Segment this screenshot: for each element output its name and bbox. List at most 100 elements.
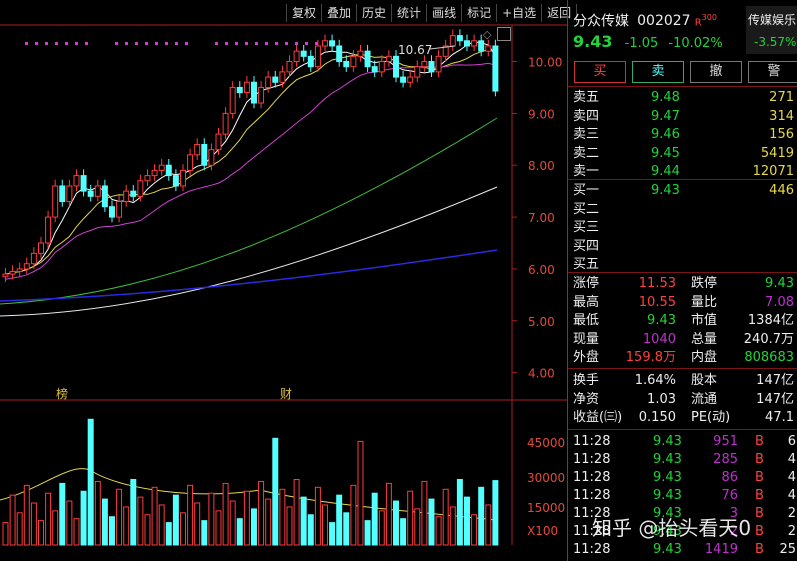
candle-body [343, 61, 350, 68]
candle-body [456, 35, 463, 42]
candle-body [30, 252, 37, 265]
volume-bar [336, 494, 343, 546]
volume-bar [442, 488, 449, 546]
ma10-line [5, 49, 496, 275]
fund-value-left: 1.64% [634, 373, 676, 388]
volume-bar [293, 478, 300, 546]
candle-body [464, 40, 470, 47]
tick-row: 11:28 9.43 76 B 4 [573, 487, 797, 505]
signal-marker [115, 42, 118, 45]
tick-row: 11:28 9.43 951 B 6 [573, 433, 797, 451]
candle-body [272, 76, 279, 83]
signal-marker [175, 42, 178, 45]
quote-stat-row: 现量 1040 总量 240.7万 [573, 331, 797, 349]
volume-bar [414, 508, 421, 546]
chart-settings-icon[interactable] [497, 27, 511, 41]
volume-bar [236, 518, 243, 546]
tick-volume: 951 [713, 434, 738, 449]
volume-bar [435, 516, 442, 546]
signal-marker [55, 42, 58, 45]
sell-level-row: 卖二 9.45 5419 [573, 145, 797, 163]
current-price: 9.43 [573, 32, 613, 51]
rank-marker[interactable]: 榜 [56, 385, 68, 402]
tick-direction: B [755, 542, 764, 557]
price-change-pct: -10.02% [668, 36, 723, 51]
tick-count: 6 [787, 434, 796, 449]
fund-label-right: 股本 [691, 373, 718, 388]
candle-body [279, 71, 286, 83]
candle-body [23, 263, 30, 270]
tick-row: 11:28 9.43 285 B 4 [573, 451, 797, 469]
volume-bar [300, 496, 307, 546]
fund-value-right: 147亿 [756, 391, 794, 407]
volume-bar [265, 498, 272, 546]
buy-button[interactable]: 买 [574, 61, 626, 83]
volume-bar [2, 522, 9, 546]
candle-body [9, 271, 16, 275]
candle-body [222, 112, 229, 135]
diamond-icon: ◇ [483, 28, 492, 41]
finance-marker[interactable]: 财 [280, 385, 292, 402]
kline-chart[interactable]: 10.00 9.00 8.00 7.00 6.00 5.00 4.00 45000 30000 1… [0, 0, 567, 561]
stat-value-right: 808683 [744, 350, 794, 365]
buy-level-row: 买一 9.43 446 [573, 182, 797, 200]
candle-body [123, 190, 130, 203]
alert-button[interactable]: 警 [748, 61, 797, 83]
tick-time: 11:28 [573, 488, 611, 503]
stock-tag: R [694, 17, 702, 29]
price-axis-label: 4.00 [528, 367, 555, 381]
candle-body [485, 45, 492, 52]
volume-bar [116, 488, 123, 546]
sell-level-price: 9.44 [651, 164, 680, 179]
volume-bar [385, 482, 392, 546]
signal-marker [145, 42, 148, 45]
volume-bar [215, 510, 222, 546]
candle-body [229, 86, 236, 114]
candle-body [109, 206, 115, 218]
tick-price: 9.43 [653, 488, 682, 503]
tick-volume: 285 [713, 452, 738, 467]
volume-bar [421, 480, 428, 546]
candle-body [187, 154, 194, 171]
sell-level-label: 卖一 [573, 164, 600, 179]
volume-bar [492, 480, 499, 546]
tick-volume: 76 [721, 488, 738, 503]
cancel-order-button[interactable]: 撤 [690, 61, 742, 83]
candle-body [471, 40, 478, 47]
volume-bar [393, 500, 399, 546]
peak-price-label: 10.67 [398, 43, 433, 57]
candle-body [59, 185, 66, 203]
sell-button[interactable]: 卖 [632, 61, 684, 83]
stat-label-left: 现量 [573, 331, 600, 347]
candle-body [336, 45, 343, 63]
volume-bar [16, 512, 23, 546]
signal-marker [215, 42, 218, 45]
candle-body [258, 86, 265, 104]
tick-count: 4 [787, 452, 796, 467]
candle-body [236, 86, 243, 94]
signal-marker [35, 42, 38, 45]
candle-body [116, 201, 123, 218]
stat-label-left: 最低 [573, 313, 600, 328]
candle-body [180, 169, 186, 187]
stock-code: 002027 [637, 13, 691, 30]
stat-value-left: 159.8万 [625, 350, 676, 365]
tick-direction: B [755, 506, 764, 521]
stat-value-right: 9.43 [765, 276, 794, 291]
sell-level-row: 卖四 9.47 314 [573, 108, 797, 126]
volume-bar [478, 486, 485, 546]
sell-level-row: 卖一 9.44 12071 [573, 163, 797, 181]
buy-level-label: 买一 [573, 183, 600, 198]
signal-marker [75, 42, 78, 45]
stat-label-right: 市值 [691, 313, 718, 328]
candle-body [172, 175, 179, 187]
candle-body [421, 61, 428, 68]
fundamental-row: 收益(㈢) 0.150 PE(动) 47.1 [573, 409, 797, 427]
sell-level-volume: 271 [769, 90, 794, 105]
tick-price: 9.43 [653, 452, 682, 467]
signal-marker [185, 42, 188, 45]
candle-body [137, 180, 144, 197]
tick-count: 4 [787, 488, 796, 503]
sell-level-volume: 156 [769, 127, 794, 142]
quote-stat-row: 最低 9.43 市值 1384亿 [573, 312, 797, 330]
